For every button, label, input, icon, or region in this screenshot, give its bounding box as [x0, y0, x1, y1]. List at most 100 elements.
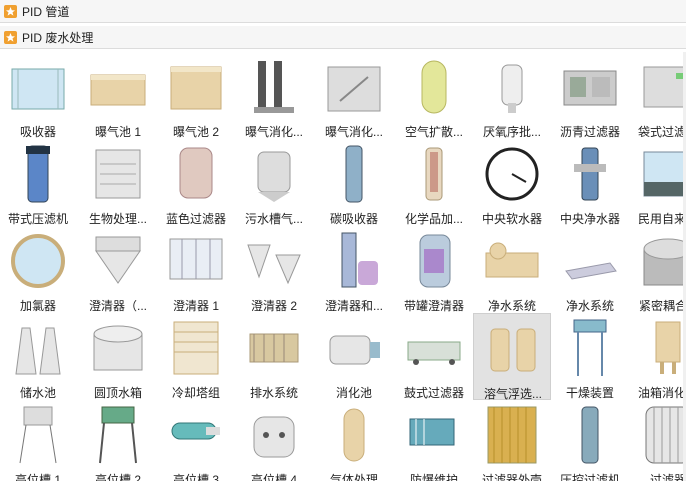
shape-item[interactable]: 厌氧序批... [473, 52, 551, 139]
shape-item[interactable]: 高位槽 1 [0, 400, 77, 481]
shape-item[interactable]: 鼓式过滤器 [395, 313, 473, 400]
shape-item[interactable]: 加氯器 [0, 226, 77, 313]
aeration-digester-tank-icon [327, 66, 381, 112]
shape-item[interactable]: 曝气池 1 [79, 52, 157, 139]
shape-item[interactable]: 高位槽 3 [157, 400, 235, 481]
shape-item[interactable]: 澄清器（... [79, 226, 157, 313]
shape-item[interactable]: 曝气消化... [315, 52, 393, 139]
shape-item[interactable]: 过滤器外壳 [473, 400, 551, 481]
shape-label: 沥青过滤器 [559, 125, 620, 139]
explosion-proof-icon [409, 418, 455, 446]
shape-item[interactable]: 吸收器 [0, 52, 77, 139]
shape-item[interactable]: 过滤器 [629, 400, 686, 481]
shape-label: 压控过滤机 [559, 473, 620, 481]
shape-item[interactable]: 澄清器 2 [235, 226, 313, 313]
shape-item[interactable]: 溶气浮选... [473, 313, 551, 401]
shape-item[interactable]: 气体处理 [315, 400, 393, 481]
shape-item[interactable]: 消化池 [315, 313, 393, 400]
shape-item[interactable]: 压控过滤机 [551, 400, 629, 481]
shape-item[interactable]: 紧密耦合... [629, 226, 686, 313]
shape-label: 袋式过滤器 [637, 125, 686, 139]
shape-label: 净水系统 [487, 299, 536, 313]
shape-label: 曝气消化... [324, 125, 383, 139]
shape-item[interactable]: 澄清器 1 [157, 226, 235, 313]
shape-item[interactable]: 沥青过滤器 [551, 52, 629, 139]
shape-item[interactable]: 带罐澄清器 [395, 226, 473, 313]
shape-label: 油箱消化池 [637, 386, 686, 400]
shape-item[interactable]: 化学品加... [395, 139, 473, 226]
shape-item[interactable]: 排水系统 [235, 313, 313, 400]
shape-item[interactable]: 中央软水器 [473, 139, 551, 226]
shape-item[interactable]: 冷却塔组 [157, 313, 235, 400]
shape-item[interactable]: 中央净水器 [551, 139, 629, 226]
digester-icon [329, 335, 380, 365]
absorber-tank-icon [11, 68, 65, 110]
shape-item[interactable]: 曝气池 2 [157, 52, 235, 139]
shape-label: 消化池 [335, 386, 372, 400]
panel-header-pid-pipes[interactable]: PID 管道 [0, 0, 686, 23]
shape-item[interactable]: 曝气消化... [235, 52, 313, 139]
clarifier-tank-icon [169, 238, 223, 280]
panel-header-pid-wastewater[interactable]: PID 废水处理 [0, 26, 686, 49]
shape-item[interactable]: 袋式过滤器 [629, 52, 686, 139]
shape-label: 紧密耦合... [638, 299, 686, 313]
shape-label: 生物处理... [88, 212, 147, 226]
blue-filter-icon [179, 147, 213, 199]
shape-item[interactable]: 净水系统 [473, 226, 551, 313]
shape-item[interactable]: 碳吸收器 [315, 139, 393, 226]
shape-label: 净水系统 [565, 299, 614, 313]
shape-item[interactable]: 干燥装置 [551, 313, 629, 400]
biological-treatment-icon [95, 149, 141, 199]
shape-item[interactable]: 高位槽 4 [235, 400, 313, 481]
clarifier-system-icon [341, 232, 378, 288]
shape-label: 中央净水器 [559, 212, 620, 226]
shape-label: 高位槽 1 [14, 473, 61, 481]
filter-icon [645, 406, 686, 464]
shape-item[interactable]: 圆顶水箱 [79, 313, 157, 400]
shape-item[interactable]: 带式压滤机 [0, 139, 77, 226]
shape-label: 空气扩散... [404, 125, 463, 139]
shape-label: 过滤器 [649, 473, 686, 481]
star-icon [4, 4, 17, 18]
clarifier-cones-icon [247, 244, 301, 285]
shape-label: 曝气池 1 [94, 125, 141, 139]
gas-treatment-icon [343, 408, 365, 462]
domestic-water-tank-icon [643, 151, 686, 197]
sewage-tank-gas-icon [257, 151, 291, 202]
shape-item[interactable]: 高位槽 2 [79, 400, 157, 481]
close-coupled-tank-icon [643, 238, 686, 286]
shape-label: 圆顶水箱 [93, 386, 142, 400]
drum-filter-icon [407, 341, 461, 365]
shape-label: 蓝色过滤器 [165, 212, 226, 226]
elevated-tank-icon [19, 406, 57, 464]
shape-item[interactable]: 蓝色过滤器 [157, 139, 235, 226]
aeration-tank-icon [170, 66, 222, 110]
elevated-tank-tower-icon [99, 406, 137, 464]
elevated-tank-horizontal-icon [171, 422, 220, 440]
shape-library-grid: 吸收器 曝气池 1 曝气池 2 曝气消化... 曝气消化... 空气扩散... 厌氧序批..… [0, 52, 686, 481]
shape-item[interactable]: 澄清器和... [315, 226, 393, 313]
shape-item[interactable]: 生物处理... [79, 139, 157, 226]
shape-label: 加氯器 [19, 299, 56, 313]
panel-title: PID 废水处理 [22, 30, 94, 45]
shape-label: 防爆维护 [409, 473, 458, 481]
shape-item[interactable]: 储水池 [0, 313, 77, 400]
shape-label: 碳吸收器 [329, 212, 378, 226]
shape-item[interactable]: 油箱消化池 [629, 313, 686, 400]
oil-tank-digester-icon [655, 321, 681, 374]
shape-label: 澄清器 1 [172, 299, 219, 313]
shape-item[interactable]: 污水槽气... [235, 139, 313, 226]
chlorinator-icon [11, 234, 65, 288]
shape-label: 曝气池 2 [172, 125, 219, 139]
shape-label: 带罐澄清器 [403, 299, 464, 313]
drying-unit-icon [573, 319, 607, 376]
shape-item[interactable]: 空气扩散... [395, 52, 473, 139]
cooling-tower-group-icon [173, 321, 219, 375]
shape-item[interactable]: 净水系统 [551, 226, 629, 313]
drainage-system-icon [249, 333, 299, 363]
shape-label: 过滤器外壳 [481, 473, 542, 481]
shape-item[interactable]: 民用自来水 [629, 139, 686, 226]
shape-item[interactable]: 防爆维护 [395, 400, 473, 481]
shape-label: 冷却塔组 [171, 386, 220, 400]
shape-label: 化学品加... [404, 212, 463, 226]
